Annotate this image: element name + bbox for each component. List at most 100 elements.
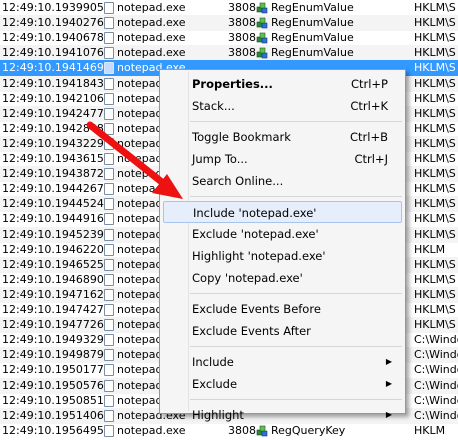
event-path: HKLM\S (414, 167, 456, 180)
event-time: 12:49:10.1946525 (2, 258, 104, 271)
event-path: HKLM\S (414, 212, 456, 225)
event-time: 12:49:10.1942106 (2, 92, 104, 105)
event-path: HKLM\S (414, 152, 456, 165)
event-time: 12:49:10.1956495 (2, 424, 104, 437)
event-path: HKLM\S (414, 228, 456, 241)
menu-item-include-notepad-exe[interactable]: Include 'notepad.exe' (163, 201, 402, 223)
menu-item-label: Include 'notepad.exe' (193, 206, 317, 220)
menu-item-label: Toggle Bookmark (192, 130, 291, 144)
notepad-document-icon (104, 410, 114, 422)
menu-item-copy-notepad-exe[interactable]: Copy 'notepad.exe' (163, 267, 402, 289)
menu-item-exclude-events-before[interactable]: Exclude Events Before (163, 298, 402, 320)
event-path: HKLM\S (414, 273, 456, 286)
event-time: 12:49:10.1950576 (2, 379, 104, 392)
registry-cubes-icon (256, 47, 269, 59)
event-row[interactable]: 12:49:10.1941076 notepad.exe 3808 RegEnumVa… (0, 45, 458, 61)
registry-cubes-icon (256, 32, 269, 44)
event-time: 12:49:10.1941076 (2, 46, 104, 59)
event-time: 12:49:10.1941469 (2, 61, 104, 74)
event-path: HKLM\S (414, 61, 456, 74)
event-time: 12:49:10.1944916 (2, 212, 104, 225)
submenu-arrow-icon: ▶ (385, 379, 392, 388)
event-time: 12:49:10.1942848 (2, 122, 104, 135)
notepad-document-icon (104, 304, 114, 316)
notepad-document-icon (104, 259, 114, 271)
menu-item-highlight[interactable]: Highlight ▶ (163, 404, 402, 426)
notepad-document-icon (104, 93, 114, 105)
event-time: 12:49:10.1946220 (2, 243, 104, 256)
event-path: HKLM\S (414, 77, 456, 90)
menu-item-search-online[interactable]: Search Online... (163, 170, 402, 192)
event-row[interactable]: 12:49:10.1939905 notepad.exe 3808 RegEnumVa… (0, 0, 458, 16)
menu-item-label: Stack... (192, 99, 235, 113)
event-time: 12:49:10.1949879 (2, 348, 104, 361)
menu-item-label: Search Online... (192, 174, 284, 188)
menu-item-highlight-notepad-exe[interactable]: Highlight 'notepad.exe' (163, 245, 402, 267)
notepad-document-icon (104, 108, 114, 120)
menu-item-shortcut: Ctrl+P (350, 77, 388, 91)
menu-item-exclude[interactable]: Exclude ▶ (163, 373, 402, 395)
submenu-arrow-icon: ▶ (385, 357, 392, 366)
menu-item-shortcut: Ctrl+K (350, 99, 388, 113)
notepad-document-icon (104, 123, 114, 135)
event-path: C:\Windo (414, 348, 458, 361)
menu-item-exclude-notepad-exe[interactable]: Exclude 'notepad.exe' (163, 223, 402, 245)
event-path: C:\Windo (414, 409, 458, 422)
menu-item-exclude-events-after[interactable]: Exclude Events After (163, 320, 402, 342)
event-path: HKLM\S (414, 288, 456, 301)
notepad-document-icon (104, 62, 114, 74)
registry-cubes-icon (256, 2, 269, 14)
event-process: notepad.exe (117, 1, 186, 14)
menu-item-label: Jump To... (192, 152, 248, 166)
event-path: C:\Windo (414, 363, 458, 376)
notepad-document-icon (104, 289, 114, 301)
event-time: 12:49:10.1944524 (2, 197, 104, 210)
event-time: 12:49:10.1943615 (2, 152, 104, 165)
notepad-document-icon (104, 78, 114, 90)
event-path: HKLM\S (414, 303, 456, 316)
menu-separator (190, 121, 402, 122)
notepad-document-icon (104, 274, 114, 286)
event-operation: RegEnumValue (271, 46, 354, 59)
menu-item-jump-to[interactable]: Jump To... Ctrl+J (163, 148, 402, 170)
menu-item-label: Exclude 'notepad.exe' (192, 227, 319, 241)
event-path: HKLM\S (414, 31, 456, 44)
event-path: C:\Windo (414, 379, 458, 392)
event-row[interactable]: 12:49:10.1940276 notepad.exe 3808 RegEnumVa… (0, 15, 458, 31)
event-time: 12:49:10.1947726 (2, 318, 104, 331)
notepad-document-icon (104, 183, 114, 195)
menu-item-properties[interactable]: Properties... Ctrl+P (163, 73, 402, 95)
event-row[interactable]: 12:49:10.1940678 notepad.exe 3808 RegEnumVa… (0, 30, 458, 46)
menu-item-include[interactable]: Include ▶ (163, 351, 402, 373)
notepad-document-icon (104, 32, 114, 44)
event-path: HKLM (414, 424, 446, 437)
event-pid: 3808 (228, 46, 256, 59)
registry-cubes-icon (256, 425, 269, 437)
event-path: HKLM\S (414, 1, 456, 14)
event-operation: RegEnumValue (271, 1, 354, 14)
menu-item-toggle-bookmark[interactable]: Toggle Bookmark Ctrl+B (163, 126, 402, 148)
menu-item-shortcut: Ctrl+J (354, 152, 389, 166)
menu-item-label: Exclude (192, 377, 238, 391)
notepad-document-icon (104, 364, 114, 376)
context-menu: Properties... Ctrl+P Stack... Ctrl+K Toggle … (159, 69, 406, 422)
event-time: 12:49:10.1940678 (2, 31, 104, 44)
event-time: 12:49:10.1950177 (2, 363, 104, 376)
notepad-document-icon (104, 168, 114, 180)
menu-item-label: Exclude Events After (192, 324, 311, 338)
notepad-document-icon (104, 153, 114, 165)
notepad-document-icon (104, 47, 114, 59)
event-path: C:\Windo (414, 333, 458, 346)
event-time: 12:49:10.1947427 (2, 303, 104, 316)
submenu-arrow-icon: ▶ (385, 410, 392, 419)
menu-item-stack[interactable]: Stack... Ctrl+K (163, 95, 402, 117)
event-path: HKLM\S (414, 137, 456, 150)
event-path: HKLM\S (414, 318, 456, 331)
registry-cubes-icon (256, 17, 269, 29)
notepad-document-icon (104, 334, 114, 346)
notepad-document-icon (104, 2, 114, 14)
event-time: 12:49:10.1942477 (2, 107, 104, 120)
event-time: 12:49:10.1943872 (2, 167, 104, 180)
menu-separator (190, 399, 402, 400)
notepad-document-icon (104, 395, 114, 407)
